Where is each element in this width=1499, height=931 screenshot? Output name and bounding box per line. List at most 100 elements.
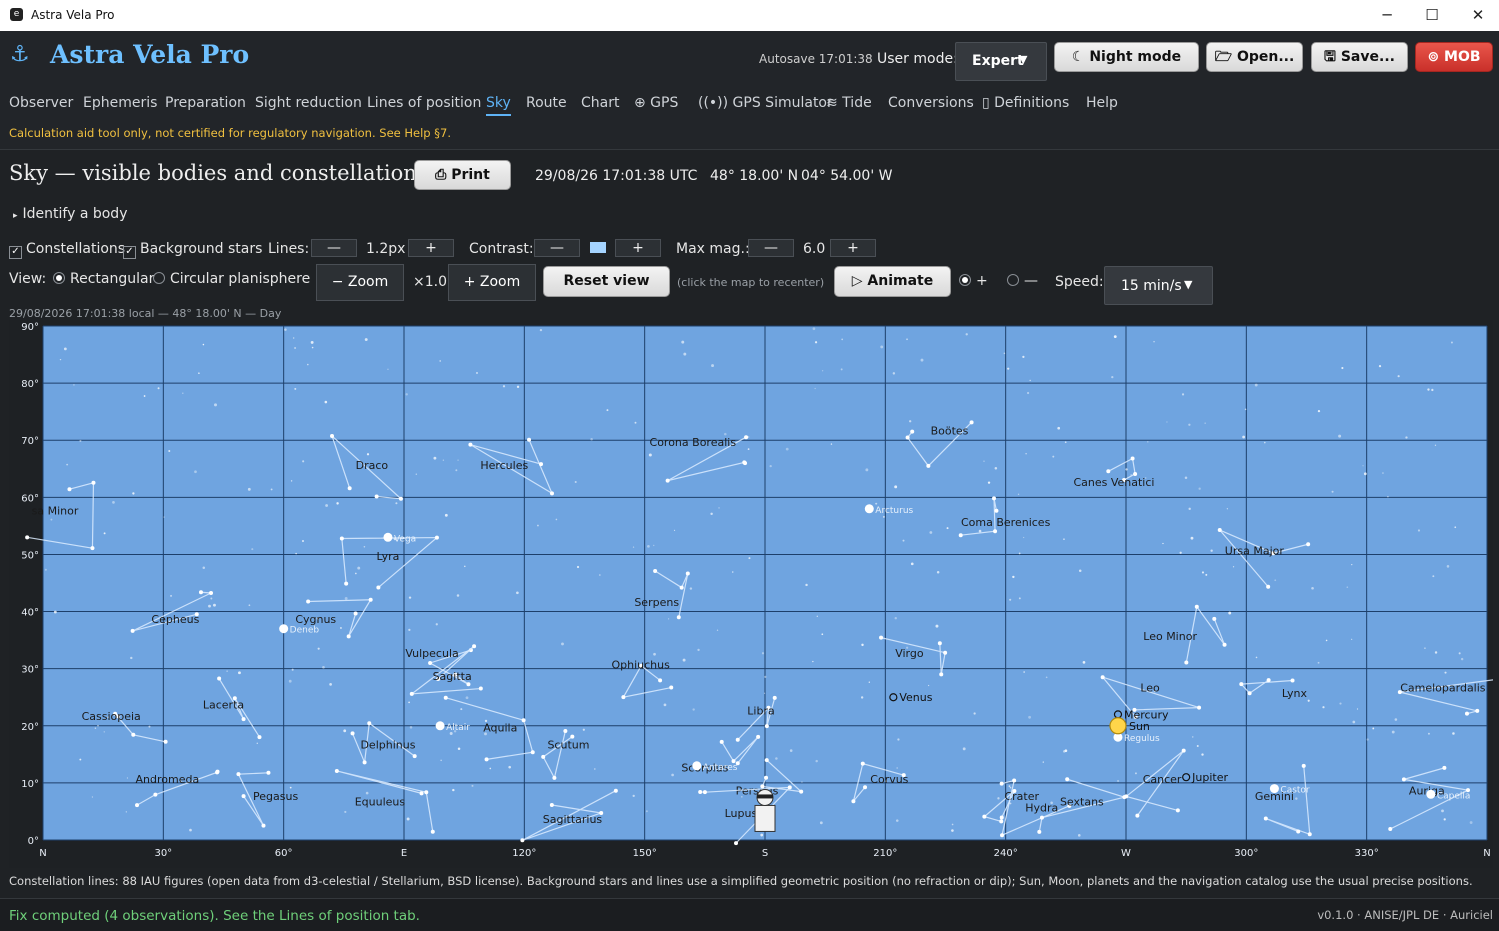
background-star <box>198 372 200 374</box>
zoom-out-button[interactable]: − Zoom <box>316 264 404 301</box>
background-star <box>928 684 930 687</box>
constellation-star <box>374 494 379 499</box>
tab-route[interactable]: Route <box>526 95 567 111</box>
view-label: View: <box>9 271 47 287</box>
background-star <box>489 767 492 770</box>
animate-button[interactable]: ▷ Animate <box>834 266 951 297</box>
constellation-star <box>1290 678 1295 683</box>
constellations-checkbox[interactable]: ✓ Constellations <box>9 241 125 259</box>
mob-button[interactable]: ⊚ MOB <box>1415 42 1493 72</box>
background-stars-checkbox[interactable]: ✓ Background stars <box>123 241 262 259</box>
constellation-star <box>347 486 352 491</box>
tab-ephemeris[interactable]: Ephemeris <box>83 95 157 111</box>
constellation-star <box>992 496 997 501</box>
azimuth-label: S <box>762 848 768 859</box>
constellation-label: Sagittarius <box>543 813 603 826</box>
tab-chart[interactable]: Chart <box>581 95 619 111</box>
max-mag-decrease-button[interactable]: — <box>748 239 794 257</box>
background-star <box>653 544 655 547</box>
tab-tide[interactable]: ≋ Tide <box>826 95 872 111</box>
night-mode-button[interactable]: ☾ Night mode <box>1054 42 1199 72</box>
observer-longitude: 04° 54.00' W <box>801 168 893 184</box>
background-star <box>1441 809 1444 813</box>
tab-preparation[interactable]: Preparation <box>165 95 246 111</box>
background-star <box>1452 732 1455 735</box>
zoom-in-button[interactable]: + Zoom <box>448 264 536 301</box>
open-button[interactable]: 🗁 Open... <box>1206 42 1303 72</box>
background-star <box>1424 647 1426 649</box>
animate-forward-radio[interactable]: + <box>959 273 988 289</box>
circular-view-radio[interactable]: Circular planisphere <box>153 271 310 287</box>
tab-conversions[interactable]: Conversions <box>888 95 974 111</box>
autosave-status: Autosave 17:01:38 <box>759 52 873 66</box>
user-mode-select[interactable]: Expert ▼ <box>955 42 1047 81</box>
maximize-button[interactable]: ☐ <box>1409 0 1455 31</box>
lines-decrease-button[interactable]: — <box>311 239 357 257</box>
background-star <box>1184 476 1188 479</box>
constellation-star <box>1065 777 1070 782</box>
save-button[interactable]: 🖫 Save... <box>1311 42 1408 72</box>
constellation-star <box>376 585 381 590</box>
background-stars-label: Background stars <box>140 241 263 257</box>
background-star <box>1007 367 1010 370</box>
constellation-star <box>937 641 942 646</box>
tab-sky[interactable]: Sky <box>486 95 511 116</box>
minimize-button[interactable]: ─ <box>1364 0 1410 31</box>
background-star <box>1009 598 1012 601</box>
background-star <box>247 487 251 491</box>
identify-body-toggle[interactable]: ▸ Identify a body <box>13 206 127 222</box>
tab-gps[interactable]: ⊕ GPS <box>634 95 678 111</box>
background-star <box>79 439 82 442</box>
background-star <box>1469 821 1473 824</box>
named-star-marker <box>279 624 289 634</box>
close-window-button[interactable]: ✕ <box>1455 0 1499 31</box>
named-star-label: Deneb <box>290 626 320 636</box>
background-star <box>732 571 734 573</box>
open-label: Open... <box>1236 49 1295 65</box>
constellation-star <box>764 775 769 780</box>
background-star <box>325 504 329 507</box>
background-star <box>302 460 305 463</box>
constellation-label: Sextans <box>1060 796 1104 809</box>
constellation-star <box>1000 833 1005 838</box>
animate-backward-radio[interactable]: — <box>1007 273 1038 289</box>
contrast-decrease-button[interactable]: — <box>534 239 580 257</box>
tab-observer[interactable]: Observer <box>9 95 73 111</box>
background-star <box>576 565 580 569</box>
constellation-label: Leo <box>1140 682 1160 695</box>
print-button[interactable]: ⎙ Print <box>414 160 511 190</box>
lines-increase-button[interactable]: + <box>408 239 454 257</box>
constellation-star <box>1301 763 1306 768</box>
background-star <box>508 765 511 769</box>
background-star <box>435 623 438 626</box>
background-star <box>1201 753 1204 756</box>
background-star <box>1382 472 1384 474</box>
constellation-star <box>1388 826 1393 831</box>
reset-view-button[interactable]: Reset view <box>543 266 670 297</box>
background-star <box>442 459 445 461</box>
background-star <box>344 597 348 600</box>
background-star <box>1331 490 1334 493</box>
background-star <box>1295 797 1298 800</box>
background-star <box>1018 597 1021 600</box>
background-star <box>1434 651 1438 654</box>
altitude-label: 40° <box>21 608 39 619</box>
tab-sight-reduction[interactable]: Sight reduction <box>255 95 362 111</box>
background-star <box>1057 426 1061 430</box>
constellation-star <box>409 691 414 696</box>
background-star <box>63 347 67 351</box>
background-star <box>405 393 408 396</box>
background-star <box>875 502 878 505</box>
contrast-increase-button[interactable]: + <box>615 239 661 257</box>
speed-select[interactable]: 15 min/s ▼ <box>1104 266 1213 305</box>
max-mag-increase-button[interactable]: + <box>830 239 876 257</box>
tab-definitions[interactable]: ▯ Definitions <box>982 95 1069 111</box>
tab-gps-simulator[interactable]: ((•)) GPS Simulator <box>698 95 833 111</box>
background-star <box>1045 676 1048 679</box>
rectangular-view-radio[interactable]: Rectangular <box>53 271 154 287</box>
background-star <box>561 642 564 646</box>
sky-map[interactable]: N 30° 60° E 120° 150° S 210° 240° W 300° 330° N 90° 80… <box>9 320 1499 868</box>
constellation-label: Camelopardalis <box>1400 682 1486 695</box>
tab-lines-of-position[interactable]: Lines of position <box>367 95 481 111</box>
tab-help[interactable]: Help <box>1086 95 1118 111</box>
